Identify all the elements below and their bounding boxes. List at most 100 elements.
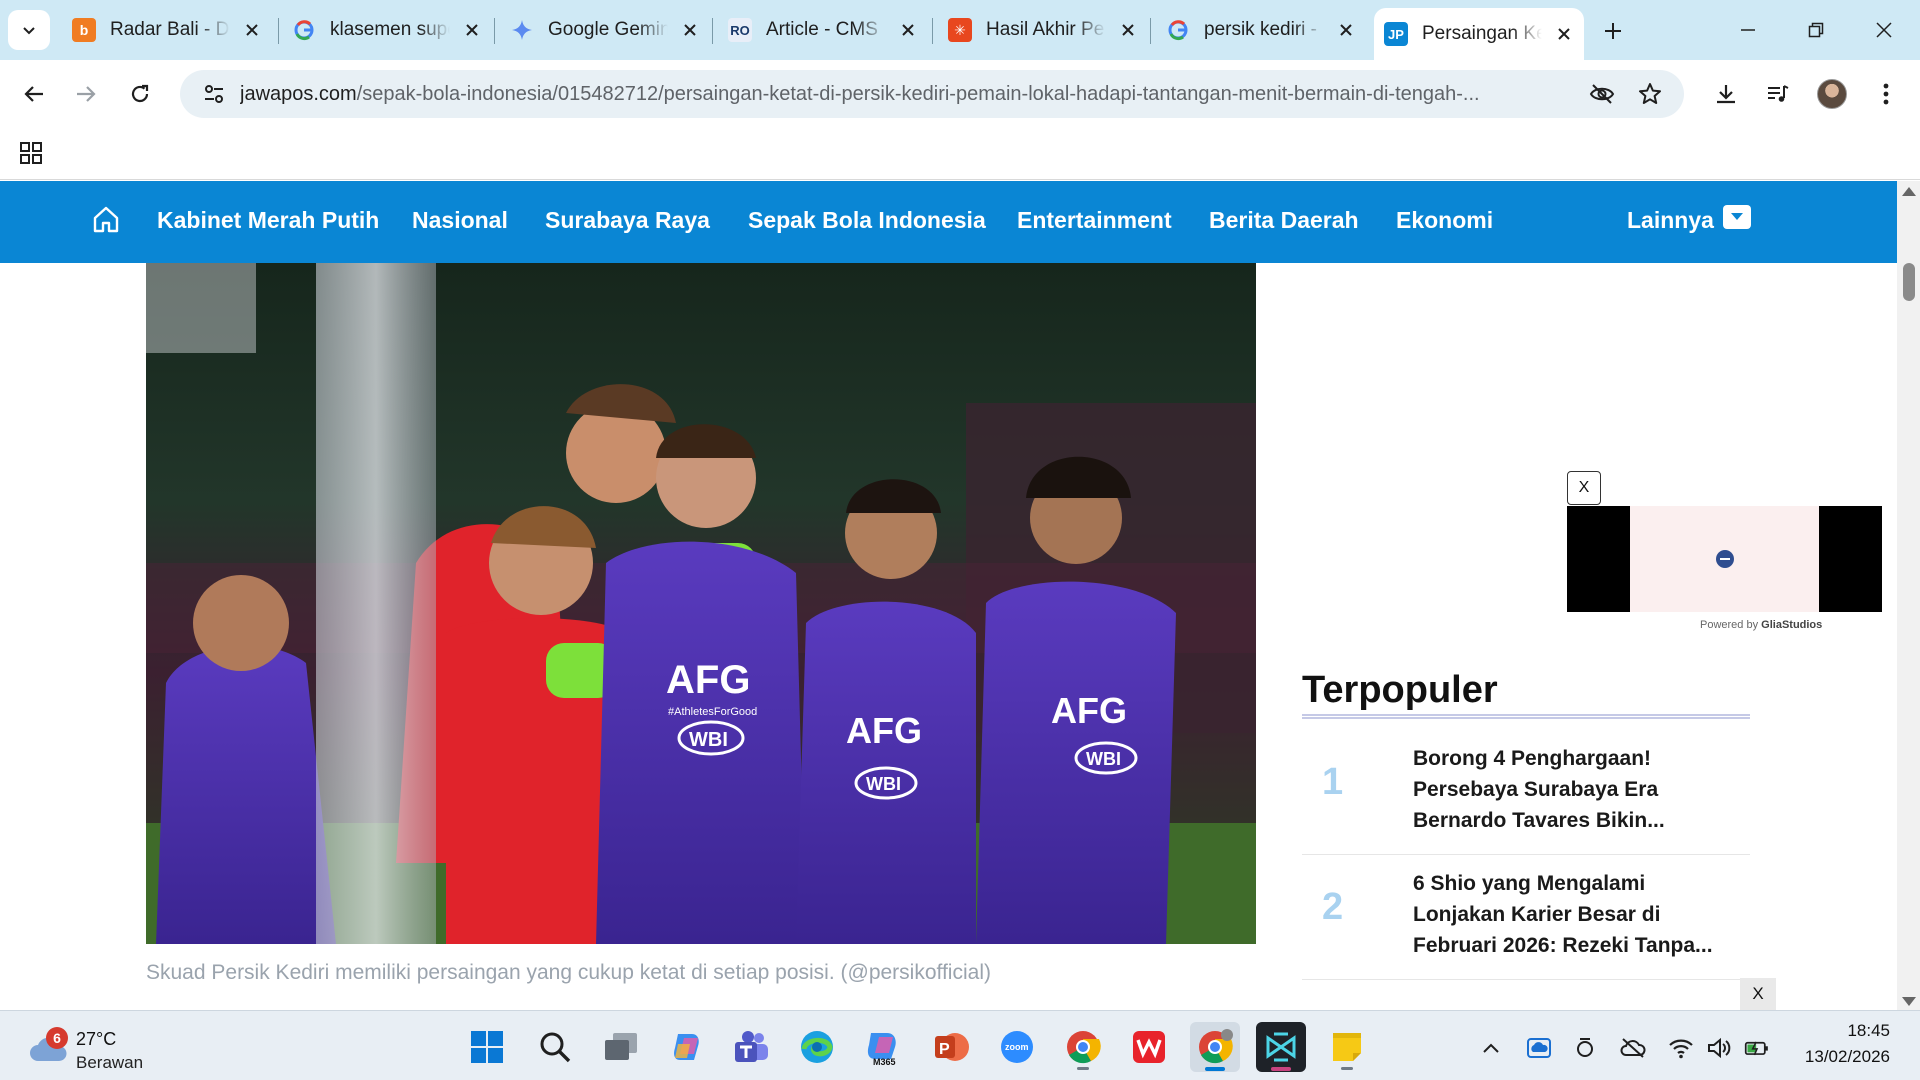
close-icon[interactable] [1118,20,1138,40]
capcut-app[interactable] [1256,1022,1306,1072]
volume-tray-button[interactable] [1706,1035,1732,1061]
reload-button[interactable] [120,74,160,114]
browser-tab[interactable]: klasemen supe [282,8,492,52]
video-ad[interactable] [1567,506,1882,612]
tab-title: Persaingan Ke [1422,23,1542,44]
teams-icon [735,1031,768,1062]
tab-title: Google Gemini [548,19,668,40]
onedrive-tray-button[interactable] [1526,1035,1552,1061]
ad-powered-prefix: Powered by [1700,619,1759,631]
browser-tab[interactable]: persik kediri - [1156,8,1366,52]
bookmarks-bar [0,128,1920,180]
zoom-app[interactable]: zoom [992,1022,1042,1072]
copilot-app[interactable] [662,1022,712,1072]
battery-tray-button[interactable] [1744,1035,1770,1061]
new-tab-button[interactable] [1596,14,1630,48]
url-text[interactable]: jawapos.com/sepak-bola-indonesia/0154827… [240,83,1600,106]
close-icon[interactable] [898,20,918,40]
teams-app[interactable] [726,1022,776,1072]
shirt-sponsor-text-3: AFG [1051,690,1127,731]
browser-tab[interactable]: b Radar Bali - D [62,8,272,52]
lainnya-dropdown-button[interactable] [1723,205,1751,229]
network-tray-button[interactable] [1620,1035,1646,1061]
site-info-button[interactable] [192,72,236,116]
popular-list-item[interactable]: 2 6 Shio yang Mengalami Lonjakan Karier … [1302,856,1750,980]
nav-item-lainnya[interactable]: Lainnya [1627,207,1714,234]
popular-item-title[interactable]: 6 Shio yang Mengalami Lonjakan Karier Be… [1413,868,1733,961]
weather-temperature: 27°C [76,1029,117,1049]
home-icon[interactable] [90,204,122,236]
popular-item-title[interactable]: Borong 4 Penghargaan! Persebaya Surabaya… [1413,743,1733,836]
nav-item-kabinet-merah-putih[interactable]: Kabinet Merah Putih [157,207,379,234]
url-host: jawapos.com [240,82,357,105]
sticky-notes-app[interactable] [1322,1022,1372,1072]
powerpoint-icon: P [935,1033,969,1061]
scroll-up-arrow-icon[interactable] [1902,187,1916,196]
svg-text:zoom: zoom [1005,1042,1029,1052]
back-button[interactable] [14,74,54,114]
wps-office-app[interactable] [1124,1022,1174,1072]
nav-item-nasional[interactable]: Nasional [412,207,508,234]
bottom-ad-close-button[interactable]: X [1740,978,1776,1010]
page-scrollbar[interactable] [1897,181,1920,1010]
start-button[interactable] [462,1022,512,1072]
ad-player-area[interactable] [1630,506,1819,612]
clock-date[interactable]: 13/02/2026 [1796,1047,1890,1067]
forward-button[interactable] [66,74,106,114]
close-icon[interactable] [462,20,482,40]
nav-item-entertainment[interactable]: Entertainment [1017,207,1172,234]
cms-favicon-icon: RO [728,18,752,42]
clock-time[interactable]: 18:45 [1846,1021,1890,1041]
wifi-tray-button[interactable] [1668,1035,1694,1061]
close-icon[interactable] [680,20,700,40]
tab-title: klasemen supe [330,19,450,40]
browser-tab[interactable]: ✳ Hasil Akhir Pe [938,8,1148,52]
browser-tab[interactable]: Google Gemini [500,8,710,52]
apps-button[interactable] [16,138,46,168]
restore-icon [1808,22,1824,38]
tab-title: persik kediri - [1204,19,1317,40]
ad-close-button[interactable]: X [1567,471,1601,505]
nav-item-sepak-bola-indonesia[interactable]: Sepak Bola Indonesia [748,207,986,234]
windows-taskbar: 6 27°C Berawan M365 P zoom 18:45 13/02/2… [0,1010,1920,1080]
browser-menu-button[interactable] [1866,74,1906,114]
restore-button[interactable] [1788,10,1844,50]
microsoft-365-app[interactable]: M365 [858,1022,908,1072]
window-close-button[interactable] [1856,10,1912,50]
close-icon[interactable] [242,20,262,40]
nav-item-berita-daerah[interactable]: Berita Daerah [1209,207,1359,234]
scroll-thumb[interactable] [1903,263,1915,301]
cloud-off-icon [1620,1038,1646,1058]
profile-button[interactable] [1812,74,1852,114]
nav-item-ekonomi[interactable]: Ekonomi [1396,207,1493,234]
close-icon[interactable] [1554,24,1574,44]
browser-tab-active[interactable]: JP Persaingan Ke [1374,8,1584,60]
task-view-button[interactable] [596,1022,646,1072]
apps-grid-icon [20,142,42,164]
bookmark-star-button[interactable] [1630,74,1670,114]
tab-separator [494,18,495,44]
nav-item-surabaya-raya[interactable]: Surabaya Raya [545,207,710,234]
tab-search-button[interactable] [8,10,50,50]
camera-tray-button[interactable] [1572,1035,1598,1061]
chrome-icon [1067,1031,1101,1064]
popular-list-item[interactable]: 1 Borong 4 Penghargaan! Persebaya Suraba… [1302,731,1750,855]
minimize-button[interactable] [1720,10,1776,50]
edge-app[interactable] [792,1022,842,1072]
search-button[interactable] [530,1022,580,1072]
browser-tab[interactable]: RO Article - CMS [718,8,928,52]
show-hidden-icons-button[interactable] [1478,1035,1504,1061]
popular-title-divider [1302,714,1750,719]
chrome-app[interactable] [1058,1022,1108,1072]
chrome-profile-app-active[interactable] [1190,1022,1240,1072]
weather-widget[interactable]: 6 27°C Berawan [24,1021,174,1072]
scroll-down-arrow-icon[interactable] [1902,997,1916,1006]
tracking-protection-button[interactable] [1582,74,1622,114]
caret-down-icon [1731,213,1743,220]
close-icon[interactable] [1336,20,1356,40]
address-bar[interactable]: jawapos.com/sepak-bola-indonesia/0154827… [180,70,1684,118]
downloads-button[interactable] [1706,74,1746,114]
powerpoint-app[interactable]: P [926,1022,976,1072]
wifi-icon [1669,1039,1693,1059]
media-control-button[interactable] [1758,74,1798,114]
